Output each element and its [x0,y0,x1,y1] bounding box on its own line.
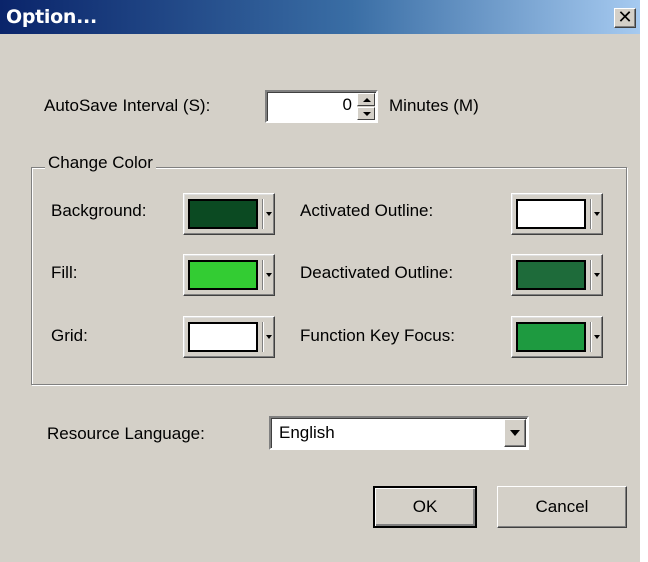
background-color-label: Background: [51,201,147,220]
option-dialog: Option... ✕ AutoSave Interval (S): 0 Min… [0,0,640,562]
resource-language-dropdown-button[interactable] [504,419,526,447]
spin-down-button[interactable] [357,107,375,120]
grid-color-label: Grid: [51,326,88,345]
deactivated-outline-color-swatch [516,260,586,290]
function-key-focus-color-button[interactable] [511,316,603,358]
fill-color-button[interactable] [183,254,275,296]
separator [590,199,591,229]
close-button[interactable]: ✕ [614,8,636,28]
fill-color-swatch [188,260,258,290]
activated-outline-color-swatch [516,199,586,229]
change-color-group-title: Change Color [45,153,156,173]
grid-color-button[interactable] [183,316,275,358]
title-bar[interactable]: Option... ✕ [0,0,640,34]
dropdown-arrow-icon [266,212,272,216]
dropdown-arrow-icon [594,335,600,339]
resource-language-value: English [279,423,335,442]
autosave-unit-label: Minutes (M) [389,96,479,115]
deactivated-outline-color-button[interactable] [511,254,603,296]
background-color-swatch [188,199,258,229]
up-arrow-icon [363,98,371,102]
spin-control [357,93,375,120]
down-arrow-icon [363,112,371,116]
separator [590,322,591,352]
autosave-interval-label: AutoSave Interval (S): [44,96,211,115]
function-key-focus-label: Function Key Focus: [300,326,455,345]
fill-color-label: Fill: [51,263,78,282]
deactivated-outline-label: Deactivated Outline: [300,263,454,282]
separator [590,260,591,290]
separator [262,322,263,352]
dialog-title: Option... [6,6,97,28]
grid-color-swatch [188,322,258,352]
separator [262,199,263,229]
dropdown-arrow-icon [266,273,272,277]
close-icon: ✕ [617,7,633,28]
dropdown-arrow-icon [594,212,600,216]
dropdown-arrow-icon [266,335,272,339]
autosave-interval-spinbox[interactable]: 0 [265,90,378,123]
resource-language-label: Resource Language: [47,424,205,443]
resource-language-select[interactable]: English [269,416,529,450]
background-color-button[interactable] [183,193,275,235]
activated-outline-color-button[interactable] [511,193,603,235]
chevron-down-icon [510,430,520,436]
spin-up-button[interactable] [357,93,375,106]
ok-button[interactable]: OK [373,486,477,528]
separator [262,260,263,290]
activated-outline-label: Activated Outline: [300,201,434,220]
function-key-focus-color-swatch [516,322,586,352]
dropdown-arrow-icon [594,273,600,277]
autosave-interval-value[interactable]: 0 [343,95,352,115]
cancel-button[interactable]: Cancel [497,486,627,528]
